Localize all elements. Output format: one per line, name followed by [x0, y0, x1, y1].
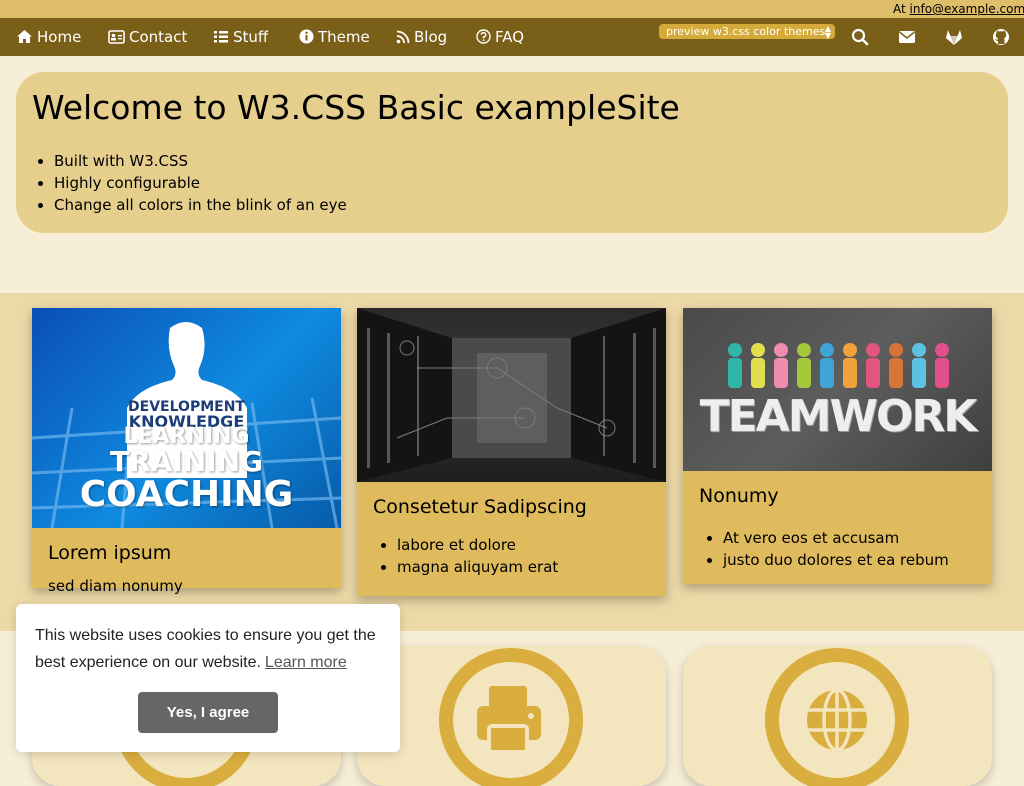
coaching-word: TRAINING — [109, 445, 263, 478]
card-bullet-list: At vero eos et accusam justo duo dolores… — [683, 527, 976, 571]
cookie-consent-banner: This website uses cookies to ensure you … — [16, 604, 400, 752]
nav-faq-label: FAQ — [495, 28, 525, 46]
contact-card-icon — [108, 30, 125, 44]
page-title: Welcome to W3.CSS Basic exampleSite — [32, 88, 680, 127]
teamwork-image: TEAMWORK — [683, 308, 992, 471]
printer-icon — [439, 648, 583, 786]
nav-theme-label: Theme — [318, 28, 370, 46]
nav-contact[interactable]: Contact — [108, 18, 187, 56]
topbar-prefix: At — [893, 2, 910, 16]
hero-bullet: Built with W3.CSS — [54, 150, 347, 172]
card-bullet-list: labore et dolore magna aliquyam erat — [357, 534, 650, 578]
coaching-image: DEVELOPMENT KNOWLEDGE LEARNING TRAINING … — [32, 308, 341, 528]
question-icon — [476, 29, 491, 44]
icon-card-printer — [357, 646, 666, 786]
top-info-bar: At info@example.com ve — [0, 0, 1024, 18]
card-bullet: At vero eos et accusam — [723, 527, 976, 549]
envelope-icon[interactable] — [897, 27, 917, 47]
nav-stuff[interactable]: Stuff — [213, 18, 268, 56]
home-icon — [17, 30, 32, 43]
card-lorem-ipsum: DEVELOPMENT KNOWLEDGE LEARNING TRAINING … — [32, 308, 341, 595]
hero-bullet: Change all colors in the blink of an eye — [54, 194, 347, 216]
card-bullet: labore et dolore — [397, 534, 650, 556]
gitlab-icon[interactable] — [944, 27, 964, 47]
card-bullet: justo duo dolores et ea rebum — [723, 549, 976, 571]
globe-icon — [765, 648, 909, 786]
github-icon[interactable] — [991, 27, 1011, 47]
card-nonumy: TEAMWORK Nonumy At vero eos et accusam j… — [683, 308, 992, 584]
hero-panel: Welcome to W3.CSS Basic exampleSite Buil… — [16, 72, 1008, 233]
rss-icon — [396, 30, 410, 44]
search-icon[interactable] — [850, 27, 870, 47]
card-title: Lorem ipsum — [48, 542, 172, 564]
card-consetetur: Consetetur Sadipscing labore et dolore m… — [357, 308, 666, 596]
teamwork-word: TEAMWORK — [699, 391, 978, 442]
nav-home-label: Home — [37, 28, 82, 46]
navbar: Home Contact Stuff Theme Blog FAQ previe… — [0, 18, 1024, 56]
list-icon — [214, 31, 228, 43]
coaching-word: COACHING — [79, 474, 294, 515]
hero-bullet-list: Built with W3.CSS Highly configurable Ch… — [54, 150, 347, 216]
nav-blog[interactable]: Blog — [396, 18, 447, 56]
email-link[interactable]: info@example.com — [910, 2, 1024, 16]
hero-bullet: Highly configurable — [54, 172, 347, 194]
nav-blog-label: Blog — [414, 28, 448, 46]
card-title: Consetetur Sadipscing — [373, 496, 587, 518]
theme-select-value: preview w3.css color themes — [666, 25, 826, 38]
select-arrows-icon: ▲ ▼ — [824, 24, 831, 40]
nav-home[interactable]: Home — [16, 18, 81, 56]
theme-select[interactable]: preview w3.css color themes ▲ ▼ — [659, 24, 835, 39]
card-bullet: magna aliquyam erat — [397, 556, 650, 578]
icon-card-globe — [683, 646, 992, 786]
accept-cookies-button[interactable]: Yes, I agree — [138, 692, 278, 733]
card-text: sed diam nonumy — [48, 577, 183, 595]
learn-more-link[interactable]: Learn more — [265, 654, 347, 671]
server-room-image — [357, 308, 666, 482]
card-title: Nonumy — [699, 485, 779, 507]
nav-contact-label: Contact — [129, 28, 188, 46]
info-icon — [299, 29, 314, 44]
nav-theme[interactable]: Theme — [299, 18, 370, 56]
cookie-message: This website uses cookies to ensure you … — [35, 622, 385, 676]
nav-faq[interactable]: FAQ — [476, 18, 524, 56]
nav-stuff-label: Stuff — [233, 28, 269, 46]
